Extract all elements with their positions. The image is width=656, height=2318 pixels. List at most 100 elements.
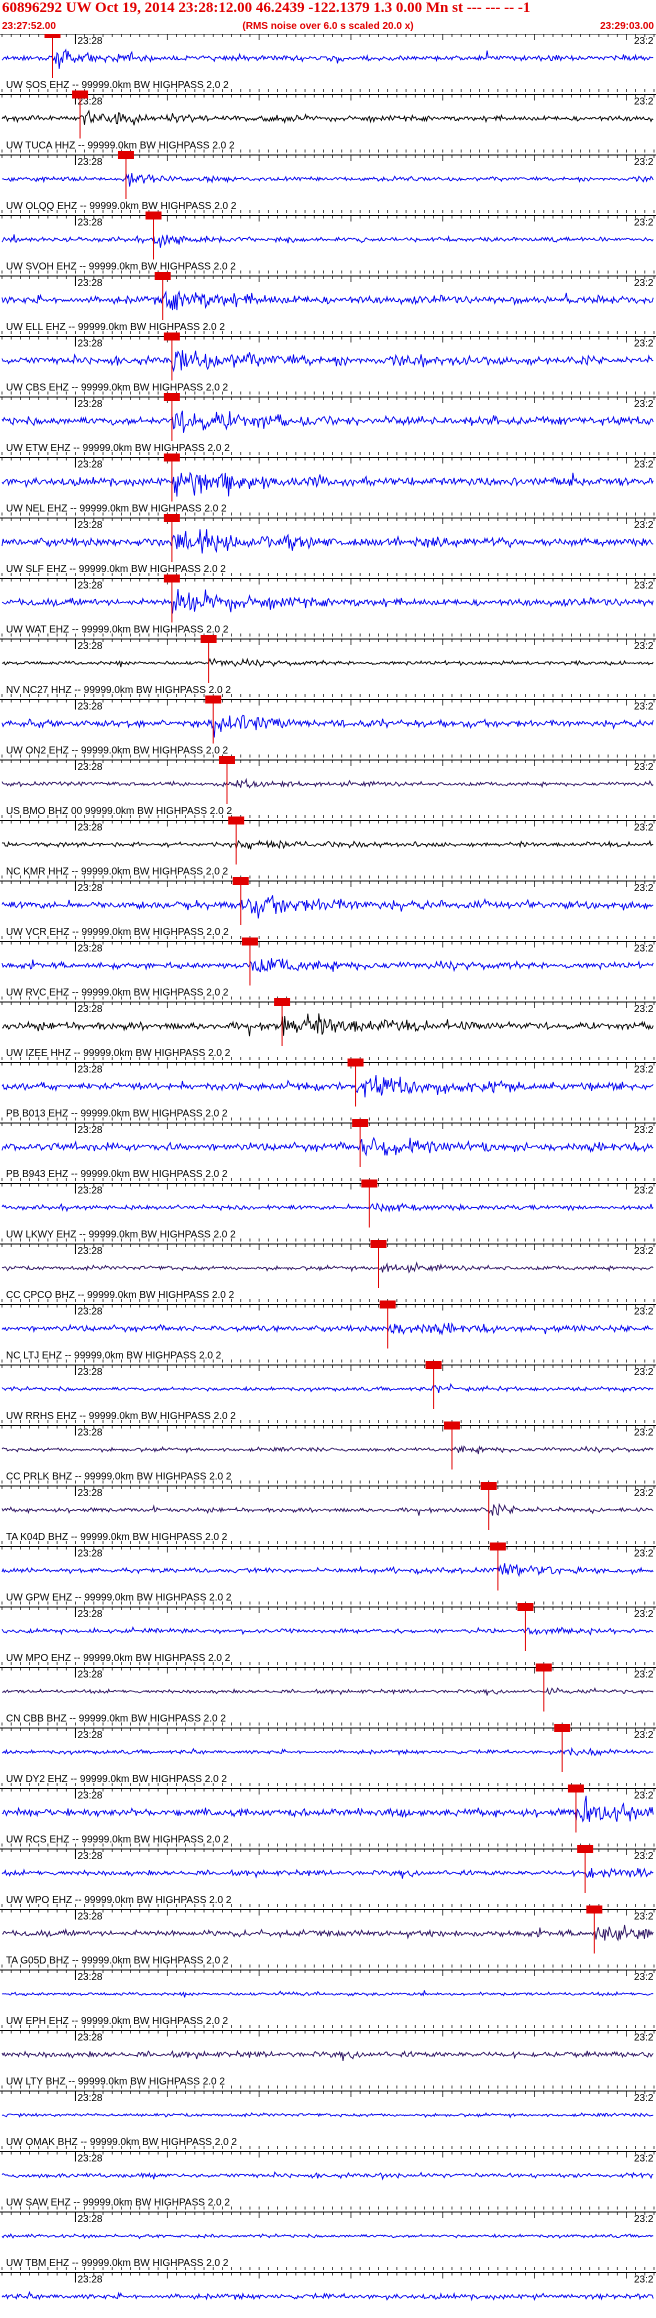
station-label: UW SOS EHZ -- 99999.0km BW HIGHPASS 2.0 … <box>6 80 229 91</box>
station-label: TA K04D BHZ -- 99999.0km BW HIGHPASS 2.0… <box>6 1532 228 1543</box>
minute-label: 23:28 <box>77 1307 102 1318</box>
minute-label: 23:28 <box>77 1367 102 1378</box>
minute-label-right: 23:2 <box>634 1186 654 1197</box>
trace-row: 23:28 23:2 US BMO BHZ 00 99999.0km BW HIGH… <box>0 756 656 818</box>
minute-label: 23:28 <box>77 1609 102 1620</box>
station-label: UW WPO EHZ -- 99999.0km BW HIGHPASS 2.0 … <box>6 1895 232 1906</box>
minute-label: 23:28 <box>77 1730 102 1741</box>
waveform-line <box>1 589 654 614</box>
trace-row: 23:28 23:2 TA G05D BHZ -- 99999.0km BW HIG… <box>0 1905 656 1968</box>
minute-label: 23:28 <box>77 157 102 168</box>
minute-label: 23:28 <box>77 641 102 652</box>
waveform-line <box>1 1867 654 1879</box>
trace-row: 23:28 23:2 UW DY2 EHZ -- 99999.0km BW HIGH… <box>0 1724 656 1786</box>
trace-row: 23:28 23:2UW TUCA HHZ -- 99999.0km BW HIG… <box>0 90 656 153</box>
waveform-line <box>1 471 654 497</box>
station-label: CC CPCO BHZ -- 99999.0km BW HIGHPASS 2.0… <box>6 1290 235 1301</box>
minute-label-right: 23:2 <box>634 1367 654 1378</box>
trace-row: 23:28 23:2 CN CBB BHZ -- 99999.0km BW HIGH… <box>0 1663 656 1726</box>
minute-label-right: 23:2 <box>634 1912 654 1923</box>
station-label: PB B943 EHZ -- 99999.0km BW HIGHPASS 2.0… <box>6 1169 228 1180</box>
minute-label-right: 23:2 <box>634 1307 654 1318</box>
waveform-line <box>1 1013 654 1037</box>
minute-label-right: 23:2 <box>634 1851 654 1862</box>
minute-label: 23:28 <box>77 762 102 773</box>
minute-label-right: 23:2 <box>634 520 654 531</box>
waveform-line <box>1 1502 654 1516</box>
waveform-line <box>1 839 654 850</box>
minute-label-right: 23:2 <box>634 1730 654 1741</box>
end-time-label: 23:29:03.00 <box>600 21 654 32</box>
trace-row: 23:28 23:2 UW ETW EHZ -- 99999.0km BW HIGH… <box>0 393 656 455</box>
station-label: NC LTJ EHZ -- 99999.0km BW HIGHPASS 2.0 … <box>6 1351 222 1362</box>
station-label: NV NC27 HHZ -- 99999.0km BW HIGHPASS 2.0… <box>6 685 231 696</box>
waveform-line <box>1 958 654 973</box>
waveform-line <box>1 350 654 373</box>
minute-label-right: 23:2 <box>634 1428 654 1439</box>
waveform-line <box>1 1382 654 1394</box>
station-label: UW CBS EHZ -- 99999.0km BW HIGHPASS 2.0 … <box>6 383 229 394</box>
minute-label-right: 23:2 <box>634 883 654 894</box>
waveform-line <box>1 1261 654 1274</box>
station-label: UW OLQQ EHZ -- 99999.0km BW HIGHPASS 2.0… <box>6 201 237 212</box>
minute-label: 23:28 <box>77 520 102 531</box>
station-label: UW LKWY EHZ -- 99999.0km BW HIGHPASS 2.0… <box>6 1230 236 1241</box>
minute-label-right: 23:2 <box>634 823 654 834</box>
waveform-line <box>1 529 654 554</box>
station-label: TA G05D BHZ -- 99999.0km BW HIGHPASS 2.0… <box>6 1956 229 1967</box>
station-label: UW IZEE HHZ -- 99999.0km BW HIGHPASS 2.0… <box>6 1048 231 1059</box>
station-label: UW WAT EHZ -- 99999.0km BW HIGHPASS 2.0 … <box>6 625 229 636</box>
station-label: UW VCR EHZ -- 99999.0km BW HIGHPASS 2.0 … <box>6 927 229 938</box>
station-label: UW RVC EHZ -- 99999.0km BW HIGHPASS 2.0 … <box>6 988 229 999</box>
station-label: CN CBB BHZ -- 99999.0km BW HIGHPASS 2.0 … <box>6 1714 226 1725</box>
waveform-line <box>1 895 654 919</box>
waveform-line <box>1 1136 654 1157</box>
trace-row: 23:28 23:2UW EPH EHZ -- 99999.0km BW HIGH… <box>0 1969 656 2028</box>
waveform-line <box>1 1746 654 1757</box>
minute-label: 23:28 <box>77 1125 102 1136</box>
trace-row: 23:28 23:2 UW SLF EHZ -- 99999.0km BW HIGH… <box>0 514 656 576</box>
station-label: CC PRLK BHZ -- 99999.0km BW HIGHPASS 2.0… <box>6 1472 232 1483</box>
waveform-line <box>1 410 654 433</box>
minute-label-right: 23:2 <box>634 339 654 350</box>
trace-row: 23:28 23:2 UW ON2 EHZ -- 99999.0km BW HIGH… <box>0 695 656 758</box>
trace-row: 23:28 23:2 UW MPO EHZ -- 99999.0km BW HIGH… <box>0 1603 656 1665</box>
trace-row: 23:28 23:2 NC KMR HHZ -- 99999.0km BW HIGH… <box>0 816 656 879</box>
trace-row: 23:28 23:2 UW GPW EHZ -- 99999.0km BW HIGH… <box>0 1542 656 1605</box>
trace-row: 23:28 23:2 CC CPCO BHZ -- 99999.0km BW HIG… <box>0 1240 656 1302</box>
station-label: UW ETW EHZ -- 99999.0km BW HIGHPASS 2.0 … <box>6 443 230 454</box>
minute-label: 23:28 <box>77 399 102 410</box>
trace-row: 23:28 23:2 CC PRLK BHZ -- 99999.0km BW HIG… <box>0 1421 656 1484</box>
waveform-line <box>1 109 654 126</box>
minute-label-right: 23:2 <box>634 460 654 471</box>
minute-label: 23:28 <box>77 278 102 289</box>
station-label: UW SLF EHZ -- 99999.0km BW HIGHPASS 2.0 … <box>6 564 226 575</box>
minute-label-right: 23:2 <box>634 1488 654 1499</box>
trace-row: 23:28 23:2 PB B943 EHZ -- 99999.0km BW HIG… <box>0 1119 656 1181</box>
minute-label: 23:28 <box>77 1488 102 1499</box>
trace-row: 23:28 23:2 UW NEL EHZ -- 99999.0km BW HIGH… <box>0 453 656 516</box>
station-label: UW RCS EHZ -- 99999.0km BW HIGHPASS 2.0 … <box>6 1835 229 1846</box>
minute-label: 23:28 <box>77 1065 102 1076</box>
seismogram-plot: 23:28 23:2 UW SOS EHZ -- 99999.0km BW HIGH… <box>0 34 656 2302</box>
rms-noise-note: (RMS noise over 6.0 s scaled 20.0 x) <box>242 21 414 32</box>
trace-row: 23:28 23:2 UW RVC EHZ -- 99999.0km BW HIGH… <box>0 937 656 1000</box>
waveform-line <box>1 714 654 738</box>
trace-row: 23:28 23:2 UW RCS EHZ -- 99999.0km BW HIGH… <box>0 1784 656 1847</box>
waveform-line <box>1 1202 654 1213</box>
minute-label-right: 23:2 <box>634 1125 654 1136</box>
waveform-line <box>1 1626 654 1636</box>
minute-label: 23:28 <box>77 1549 102 1560</box>
trace-row: 23:28 23:2 UW RRHS EHZ -- 99999.0km BW HIG… <box>0 1361 656 1423</box>
station-label: UW NEL EHZ -- 99999.0km BW HIGHPASS 2.0 … <box>6 504 227 515</box>
minute-label: 23:28 <box>77 1912 102 1923</box>
minute-label-right: 23:2 <box>634 702 654 713</box>
waveform-line <box>1 1074 654 1098</box>
minute-label: 23:28 <box>77 823 102 834</box>
minute-label: 23:28 <box>77 1246 102 1257</box>
waveform-line <box>1 1563 654 1578</box>
minute-label-right: 23:2 <box>634 1246 654 1257</box>
trace-row: 23:28 23:2 UW ELL EHZ -- 99999.0km BW HIGH… <box>0 272 656 334</box>
waveform-line <box>1 234 654 248</box>
minute-label-right: 23:2 <box>634 1549 654 1560</box>
